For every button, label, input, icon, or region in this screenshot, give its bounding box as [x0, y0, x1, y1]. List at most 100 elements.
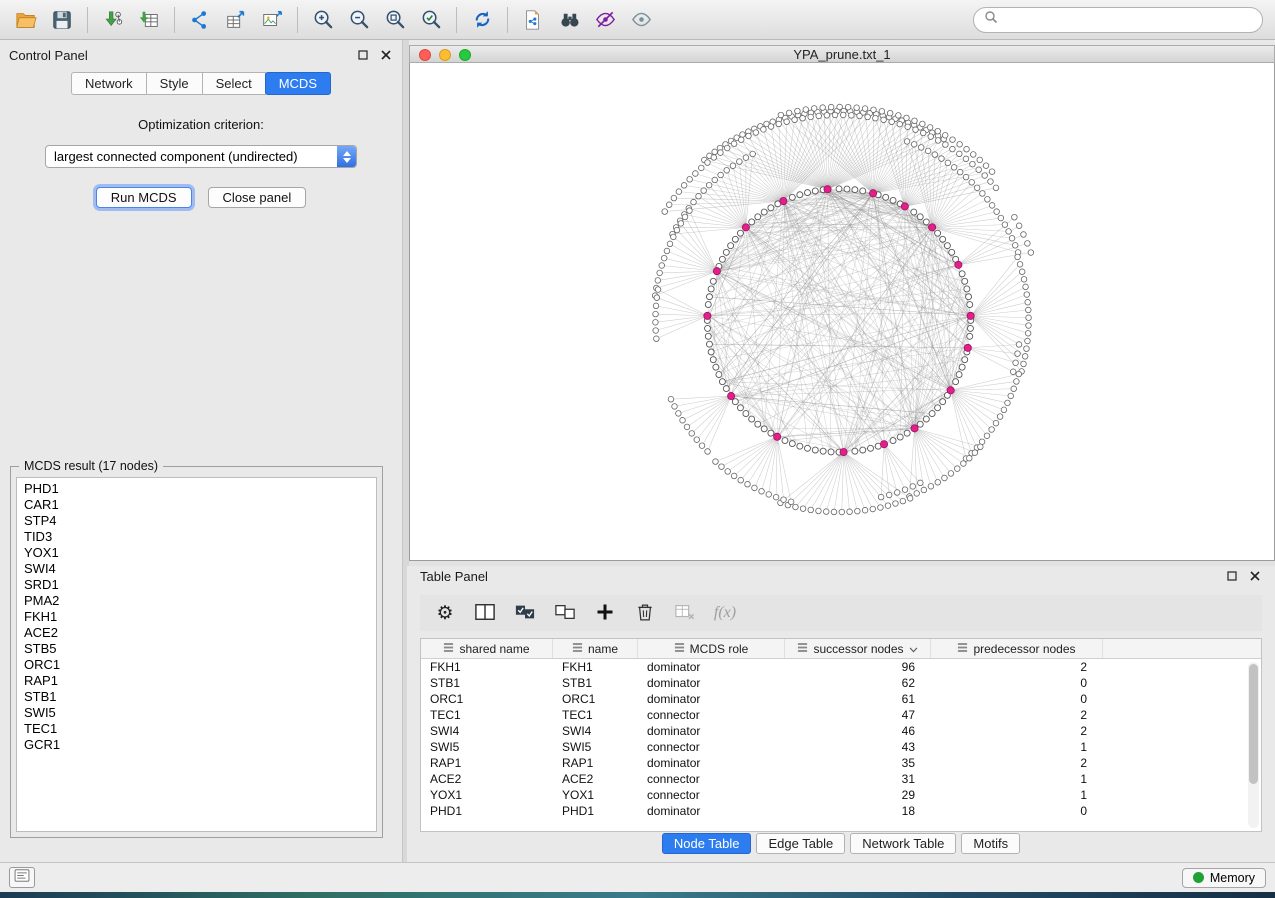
float-panel-icon[interactable]	[355, 48, 370, 63]
cell-mcds-role[interactable]: dominator	[638, 723, 785, 739]
export-image-button[interactable]	[254, 3, 290, 37]
mcds-result-item[interactable]: STB5	[24, 641, 369, 657]
cell-name[interactable]: ORC1	[553, 691, 638, 707]
delete-column-button[interactable]	[632, 600, 658, 626]
cell-predecessor-nodes[interactable]: 0	[931, 691, 1103, 707]
zoom-out-button[interactable]	[341, 3, 377, 37]
cell-mcds-role[interactable]: connector	[638, 739, 785, 755]
mcds-result-item[interactable]: CAR1	[24, 497, 369, 513]
cell-shared-name[interactable]: STB1	[421, 675, 553, 691]
window-close-icon[interactable]	[419, 49, 431, 61]
mcds-result-item[interactable]: STP4	[24, 513, 369, 529]
cell-mcds-role[interactable]: dominator	[638, 755, 785, 771]
cell-mcds-role[interactable]: dominator	[638, 691, 785, 707]
toggle-column-view-button[interactable]	[472, 600, 498, 626]
window-minimize-icon[interactable]	[439, 49, 451, 61]
table-scrollbar-thumb[interactable]	[1249, 664, 1258, 784]
cell-predecessor-nodes[interactable]: 0	[931, 675, 1103, 691]
window-maximize-icon[interactable]	[459, 49, 471, 61]
table-row[interactable]: RAP1RAP1dominator352	[421, 755, 1261, 771]
close-panel-button[interactable]: Close panel	[208, 187, 307, 208]
network-window-titlebar[interactable]: YPA_prune.txt_1	[409, 45, 1275, 63]
table-row[interactable]: STB1STB1dominator620	[421, 675, 1261, 691]
cell-name[interactable]: PHD1	[553, 803, 638, 819]
cell-predecessor-nodes[interactable]: 2	[931, 723, 1103, 739]
unselect-all-columns-button[interactable]	[552, 600, 578, 626]
cell-predecessor-nodes[interactable]: 1	[931, 739, 1103, 755]
cell-shared-name[interactable]: TEC1	[421, 707, 553, 723]
refresh-layout-button[interactable]	[464, 3, 500, 37]
tab-mcds[interactable]: MCDS	[265, 72, 331, 95]
column-header-predecessor-nodes[interactable]: predecessor nodes	[931, 639, 1103, 658]
tab-motifs[interactable]: Motifs	[961, 833, 1020, 854]
cell-mcds-role[interactable]: connector	[638, 707, 785, 723]
open-file-button[interactable]	[8, 3, 44, 37]
show-all-button[interactable]	[623, 3, 659, 37]
mcds-result-list[interactable]: PHD1CAR1STP4TID3YOX1SWI4SRD1PMA2FKH1ACE2…	[16, 477, 377, 832]
run-mcds-button[interactable]: Run MCDS	[96, 187, 192, 208]
table-settings-button[interactable]: ⚙	[432, 600, 458, 626]
mcds-result-item[interactable]: GCR1	[24, 737, 369, 753]
column-header-mcds-role[interactable]: MCDS role	[638, 639, 785, 658]
table-row[interactable]: YOX1YOX1connector291	[421, 787, 1261, 803]
select-all-columns-button[interactable]	[512, 600, 538, 626]
cell-name[interactable]: STB1	[553, 675, 638, 691]
import-network-button[interactable]	[95, 3, 131, 37]
mcds-result-item[interactable]: YOX1	[24, 545, 369, 561]
table-row[interactable]: FKH1FKH1dominator962	[421, 659, 1261, 675]
tab-select[interactable]: Select	[202, 72, 266, 95]
tab-edge-table[interactable]: Edge Table	[756, 833, 845, 854]
column-header-shared-name[interactable]: shared name	[421, 639, 553, 658]
mcds-result-item[interactable]: FKH1	[24, 609, 369, 625]
cell-shared-name[interactable]: YOX1	[421, 787, 553, 803]
cell-name[interactable]: RAP1	[553, 755, 638, 771]
tab-network[interactable]: Network	[71, 72, 147, 95]
cell-predecessor-nodes[interactable]: 1	[931, 771, 1103, 787]
cell-mcds-role[interactable]: dominator	[638, 675, 785, 691]
table-row[interactable]: SWI4SWI4dominator462	[421, 723, 1261, 739]
network-canvas[interactable]	[409, 63, 1275, 561]
find-button[interactable]	[551, 3, 587, 37]
cell-successor-nodes[interactable]: 18	[785, 803, 931, 819]
table-row[interactable]: ORC1ORC1dominator610	[421, 691, 1261, 707]
table-row[interactable]: SWI5SWI5connector431	[421, 739, 1261, 755]
cell-successor-nodes[interactable]: 62	[785, 675, 931, 691]
cell-shared-name[interactable]: PHD1	[421, 803, 553, 819]
cell-name[interactable]: ACE2	[553, 771, 638, 787]
cell-shared-name[interactable]: ACE2	[421, 771, 553, 787]
table-row[interactable]: ACE2ACE2connector311	[421, 771, 1261, 787]
cell-mcds-role[interactable]: connector	[638, 787, 785, 803]
close-panel-icon[interactable]	[378, 48, 393, 63]
mcds-result-item[interactable]: PMA2	[24, 593, 369, 609]
mcds-result-item[interactable]: TEC1	[24, 721, 369, 737]
cell-shared-name[interactable]: ORC1	[421, 691, 553, 707]
close-table-panel-icon[interactable]	[1247, 569, 1262, 584]
zoom-selected-button[interactable]	[413, 3, 449, 37]
cell-successor-nodes[interactable]: 61	[785, 691, 931, 707]
search-box[interactable]	[973, 7, 1263, 33]
cell-predecessor-nodes[interactable]: 2	[931, 659, 1103, 675]
cell-predecessor-nodes[interactable]: 1	[931, 787, 1103, 803]
cell-name[interactable]: SWI4	[553, 723, 638, 739]
mcds-result-item[interactable]: ACE2	[24, 625, 369, 641]
cell-name[interactable]: YOX1	[553, 787, 638, 803]
cell-mcds-role[interactable]: dominator	[638, 659, 785, 675]
cell-shared-name[interactable]: RAP1	[421, 755, 553, 771]
import-table-button[interactable]	[131, 3, 167, 37]
search-input[interactable]	[1004, 12, 1252, 27]
zoom-in-button[interactable]	[305, 3, 341, 37]
cell-successor-nodes[interactable]: 35	[785, 755, 931, 771]
share-document-button[interactable]	[515, 3, 551, 37]
column-header-successor-nodes[interactable]: successor nodes	[785, 639, 931, 658]
cell-mcds-role[interactable]: dominator	[638, 803, 785, 819]
tab-node-table[interactable]: Node Table	[662, 833, 752, 854]
cell-mcds-role[interactable]: connector	[638, 771, 785, 787]
tab-style[interactable]: Style	[146, 72, 203, 95]
cell-successor-nodes[interactable]: 46	[785, 723, 931, 739]
zoom-fit-button[interactable]	[377, 3, 413, 37]
cell-successor-nodes[interactable]: 96	[785, 659, 931, 675]
cell-predecessor-nodes[interactable]: 0	[931, 803, 1103, 819]
cell-shared-name[interactable]: SWI5	[421, 739, 553, 755]
show-panel-button[interactable]	[9, 867, 35, 888]
hide-selected-button[interactable]	[587, 3, 623, 37]
